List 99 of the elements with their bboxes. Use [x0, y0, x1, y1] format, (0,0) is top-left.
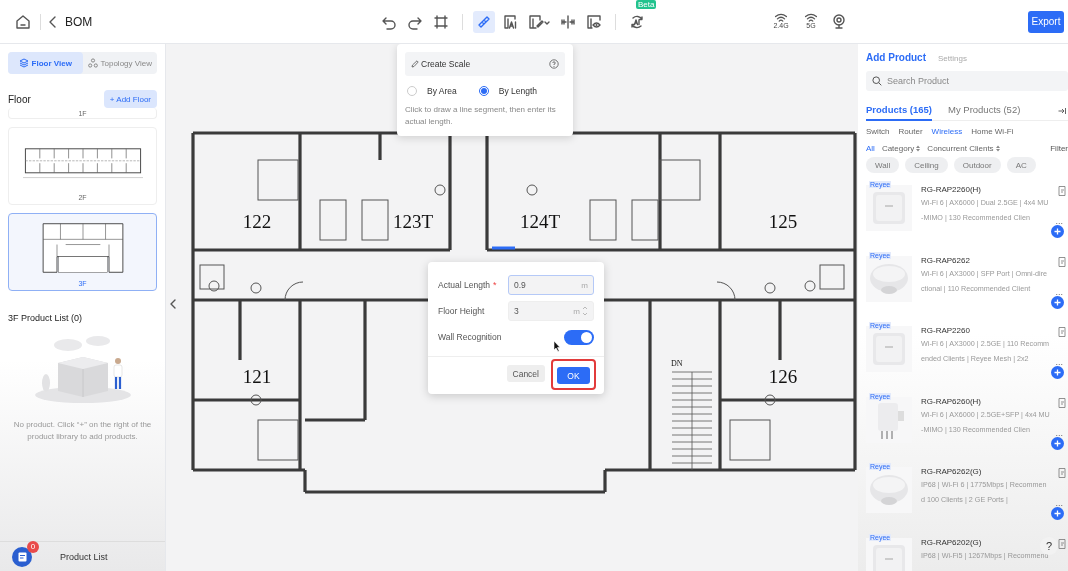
edit-icon: [528, 13, 550, 30]
document-icon[interactable]: [1058, 397, 1066, 408]
document-icon[interactable]: [1058, 327, 1066, 337]
filter-chip[interactable]: AC: [1006, 157, 1036, 173]
room-number: 126: [768, 366, 798, 387]
more-button[interactable]: ...: [1055, 216, 1063, 226]
field-label: Actual Length: [438, 280, 490, 290]
document-icon[interactable]: [1058, 186, 1066, 196]
add-button[interactable]: [1051, 436, 1064, 450]
footer-label: Product List: [60, 551, 108, 562]
more-button[interactable]: ...: [1055, 357, 1063, 367]
help-button[interactable]: ?: [1040, 537, 1058, 555]
empty-state-text: No product. Click “+” on the right of the product library to add products.: [12, 419, 153, 443]
sort-icon: [916, 145, 921, 152]
wifi-icon[interactable]: [774, 13, 788, 22]
room-number: 121: [242, 366, 272, 387]
plus-icon: [1054, 228, 1061, 235]
layer-eye-icon: [586, 13, 602, 30]
popup-title: Create Scale: [421, 59, 471, 69]
more-button[interactable]: ...: [1055, 498, 1063, 508]
input-field[interactable]: 0.9 m: [508, 275, 594, 295]
filter-chip[interactable]: Ceiling: [905, 157, 948, 173]
sort-dropdown[interactable]: Concurrent Clients: [927, 144, 1000, 153]
ok-button[interactable]: OK: [557, 367, 590, 384]
topology-icon: [87, 58, 98, 68]
required-mark: *: [493, 280, 497, 290]
input-field[interactable]: 3 m: [508, 301, 594, 321]
view-tab[interactable]: Floor View: [8, 52, 83, 74]
layers-icon: [18, 58, 29, 68]
room-number: 123T: [392, 211, 434, 232]
radio-option[interactable]: By Length: [478, 86, 538, 96]
plus-icon: [1054, 439, 1061, 447]
product-tab[interactable]: My Products (52): [948, 100, 1021, 121]
radio-option[interactable]: By Area: [407, 86, 457, 96]
field-label: Floor Height: [438, 306, 485, 316]
more-button[interactable]: ...: [1055, 286, 1063, 297]
hint-text: Click to draw a line segment, then enter its actual length.: [405, 104, 557, 128]
split-icon: [560, 13, 576, 30]
view-tab[interactable]: Topology View: [82, 52, 157, 74]
count-badge: 0: [27, 540, 39, 553]
cursor-icon: [553, 340, 561, 352]
more-button[interactable]: ...: [1055, 427, 1063, 438]
toggle-label: Wall Recognition: [438, 332, 502, 342]
collapse-icon[interactable]: [1058, 106, 1066, 115]
add-button[interactable]: [1051, 295, 1064, 309]
sort-icon: [995, 145, 1000, 152]
wifi-icon[interactable]: [804, 13, 818, 22]
document-icon[interactable]: [1058, 468, 1066, 478]
product-name[interactable]: RG-RAP6262(G): [921, 467, 982, 476]
add-button[interactable]: [1051, 225, 1064, 238]
location-pin-icon[interactable]: [832, 13, 846, 30]
category-tab[interactable]: Wireless: [931, 127, 963, 136]
help-icon[interactable]: [549, 59, 559, 69]
section-title: Floor: [8, 93, 31, 105]
product-name[interactable]: RG-RAP2260: [921, 326, 970, 335]
plus-icon: [1054, 369, 1061, 376]
product-name[interactable]: RG-RAP6202(G): [921, 537, 982, 547]
document-icon[interactable]: [1058, 256, 1066, 267]
ruler-button[interactable]: [473, 10, 495, 33]
cancel-button[interactable]: Cancel: [506, 365, 545, 382]
product-name[interactable]: RG-RAP2260(H): [921, 185, 981, 194]
ai-scan-icon: [629, 13, 645, 30]
room-number: 122: [242, 211, 272, 232]
pencil-icon: [411, 60, 419, 68]
all-filter[interactable]: All: [866, 144, 875, 153]
toggle-switch[interactable]: [564, 329, 594, 345]
radio-button[interactable]: [407, 86, 417, 96]
product-name[interactable]: RG-RAP6260(H): [921, 396, 981, 406]
add-button[interactable]: [1051, 366, 1064, 379]
home-icon[interactable]: [14, 12, 32, 31]
plus-icon: [1054, 298, 1061, 306]
category-tab[interactable]: Switch: [866, 127, 890, 136]
beta-badge: Beta: [636, 0, 657, 9]
stair-label: DN: [671, 359, 683, 368]
frame-icon: [433, 13, 449, 30]
ai-text-icon: [502, 13, 518, 30]
product-list-button[interactable]: [12, 546, 32, 567]
back-icon[interactable]: [49, 15, 57, 28]
product-tab[interactable]: Products (165): [866, 100, 932, 121]
filter-button[interactable]: Filter: [1050, 144, 1068, 153]
page-title: BOM: [65, 14, 93, 29]
list-icon: [17, 551, 27, 562]
product-name[interactable]: RG-RAP6262: [921, 255, 970, 265]
panel-tab[interactable]: Add Product: [866, 52, 926, 63]
add-floor-button[interactable]: + Add Floor: [103, 90, 157, 108]
category-tab[interactable]: Home Wi-Fi: [971, 127, 1014, 136]
sort-dropdown[interactable]: Category: [881, 144, 921, 153]
plus-icon: [1054, 510, 1061, 517]
export-button[interactable]: Export: [1028, 10, 1064, 33]
radio-button[interactable]: [478, 86, 489, 96]
room-number: 125: [768, 211, 798, 232]
filter-chip[interactable]: Outdoor: [953, 157, 1001, 173]
search-field[interactable]: Search Product: [866, 71, 1068, 91]
category-tab[interactable]: Router: [898, 127, 923, 136]
add-button[interactable]: [1051, 507, 1064, 520]
document-icon[interactable]: [1058, 538, 1066, 549]
filter-chip[interactable]: Wall: [866, 157, 900, 173]
room-number: 124T: [519, 211, 561, 232]
section-title: 3F Product List (0): [8, 313, 84, 323]
